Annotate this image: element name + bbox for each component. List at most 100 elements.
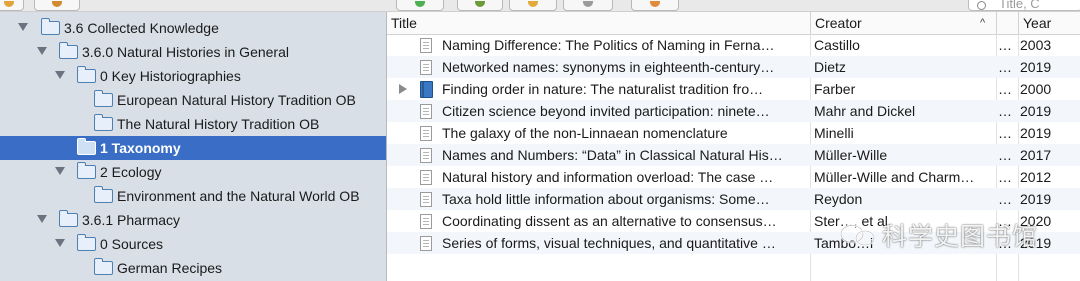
new-item-button[interactable] <box>457 0 503 11</box>
tree-item-label: 3.6.0 Natural Histories in General <box>82 44 289 60</box>
sync-icon <box>415 1 425 7</box>
item-title: Series of forms, visual techniques, and … <box>442 235 776 251</box>
toolbar: Title, C <box>0 0 1080 12</box>
folder-icon <box>77 162 96 179</box>
item-year: 2012 <box>1020 169 1052 185</box>
tree-item-the-natural-history-tradition[interactable]: The Natural History Tradition OB <box>0 112 386 136</box>
item-creator: Minelli <box>814 125 854 141</box>
tree-item-3-6-collected-knowledge[interactable]: 3.6 Collected Knowledge <box>0 16 386 40</box>
disclosure-triangle-icon[interactable] <box>18 23 28 31</box>
tree-item-0-sources[interactable]: 0 Sources <box>0 232 386 256</box>
folder-icon <box>41 18 60 35</box>
document-icon <box>420 236 432 251</box>
locate-button[interactable] <box>631 0 679 11</box>
item-creator: Reydon <box>814 191 863 207</box>
item-creator: Mahr and Dickel <box>814 103 916 119</box>
tree-item-2-ecology[interactable]: 2 Ecology <box>0 160 386 184</box>
disclosure-triangle-icon[interactable] <box>37 47 47 55</box>
item-more: … <box>998 169 1012 185</box>
tree-item-3-6-0-natural-histories[interactable]: 3.6.0 Natural Histories in General <box>0 40 386 64</box>
add-note-button[interactable] <box>509 0 557 11</box>
table-row[interactable]: Finding order in nature: The naturalist … <box>387 78 1080 100</box>
watermark: 科学史图书馆 <box>838 212 1080 252</box>
item-more: … <box>998 125 1012 141</box>
wechat-icon <box>839 224 876 247</box>
tree-item-label: European Natural History Tradition OB <box>117 92 356 108</box>
year-column-header[interactable]: Year <box>1018 12 1080 34</box>
collection-tree: 3.6 Collected Knowledge 3.6.0 Natural Hi… <box>0 12 387 281</box>
item-creator: Dietz <box>814 59 846 75</box>
title-column-header[interactable]: Title <box>387 12 810 34</box>
tree-item-label: 2 Ecology <box>100 164 162 180</box>
disclosure-triangle-icon[interactable] <box>55 239 65 247</box>
item-title: The galaxy of the non-Linnaean nomenclat… <box>442 125 728 141</box>
tree-item-label: 0 Key Historiographies <box>100 68 241 84</box>
item-creator: Müller-Wille <box>814 147 888 163</box>
column-spacer[interactable] <box>996 12 1018 34</box>
folder-icon <box>94 258 113 275</box>
item-title: Taxa hold little information about organ… <box>442 191 770 207</box>
tree-item-0-key-historiographies[interactable]: 0 Key Historiographies <box>0 64 386 88</box>
item-more: … <box>998 191 1012 207</box>
tree-item-label: 3.6 Collected Knowledge <box>64 20 219 36</box>
search-field[interactable]: Title, C <box>968 0 1080 11</box>
tree-item-european-natural-history-tradition[interactable]: European Natural History Tradition OB <box>0 88 386 112</box>
item-creator: Castillo <box>814 37 860 53</box>
creator-column-header[interactable]: Creator <box>810 12 996 34</box>
document-icon <box>420 104 432 119</box>
new-library-button[interactable] <box>34 0 80 11</box>
book-icon <box>420 81 433 98</box>
table-row[interactable]: Naming Difference: The Politics of Namin… <box>387 34 1080 56</box>
table-row[interactable]: Taxa hold little information about organ… <box>387 188 1080 210</box>
tree-item-1-taxonomy[interactable]: 1 Taxonomy <box>0 136 386 160</box>
table-row[interactable]: The galaxy of the non-Linnaean nomenclat… <box>387 122 1080 144</box>
item-title: Citizen science beyond invited participa… <box>442 103 770 119</box>
folder-icon <box>77 234 96 251</box>
item-title: Names and Numbers: “Data” in Classical N… <box>442 147 783 163</box>
folder-icon <box>59 42 78 59</box>
tree-item-label: 0 Sources <box>100 236 164 252</box>
tree-item-environment-and-natural-world[interactable]: Environment and the Natural World OB <box>0 184 386 208</box>
folder-icon <box>59 210 78 227</box>
table-row[interactable]: Citizen science beyond invited participa… <box>387 100 1080 122</box>
item-creator: Farber <box>814 81 856 97</box>
folder-icon <box>94 186 113 203</box>
disclosure-triangle-icon[interactable] <box>55 167 65 175</box>
item-year: 2017 <box>1020 147 1052 163</box>
expand-row-icon[interactable] <box>399 84 407 94</box>
document-icon <box>420 192 432 207</box>
item-title: Naming Difference: The Politics of Namin… <box>442 37 775 53</box>
item-more: … <box>998 81 1012 97</box>
folder-icon <box>94 114 113 131</box>
add-note-icon <box>528 1 538 7</box>
item-year: 2019 <box>1020 59 1052 75</box>
search-icon <box>977 1 986 10</box>
document-icon <box>420 214 432 229</box>
disclosure-triangle-icon[interactable] <box>55 71 65 79</box>
table-row[interactable]: Natural history and information overload… <box>387 166 1080 188</box>
item-creator: Müller-Wille and Charm… <box>814 169 975 185</box>
attach-button[interactable] <box>563 0 613 11</box>
tree-item-3-6-1-pharmacy[interactable]: 3.6.1 Pharmacy <box>0 208 386 232</box>
new-item-icon <box>475 1 485 7</box>
table-row[interactable]: Names and Numbers: “Data” in Classical N… <box>387 144 1080 166</box>
tree-item-german-recipes[interactable]: German Recipes <box>0 256 386 280</box>
item-more: … <box>998 103 1012 119</box>
sync-button[interactable] <box>396 0 444 11</box>
item-more: … <box>998 147 1012 163</box>
item-year: 2000 <box>1020 81 1052 97</box>
table-row[interactable]: Networked names: synonyms in eighteenth-… <box>387 56 1080 78</box>
folder-icon <box>94 90 113 107</box>
column-header: Title Creator ^ Year <box>387 12 1080 35</box>
item-more: … <box>998 37 1012 53</box>
new-collection-icon <box>4 1 14 7</box>
item-year: 2019 <box>1020 191 1052 207</box>
document-icon <box>420 38 432 53</box>
document-icon <box>420 170 432 185</box>
tree-item-label: 1 Taxonomy <box>100 140 181 156</box>
document-icon <box>420 148 432 163</box>
tree-item-label: 3.6.1 Pharmacy <box>82 212 181 228</box>
new-collection-button[interactable] <box>0 0 24 11</box>
item-title: Natural history and information overload… <box>442 169 774 185</box>
disclosure-triangle-icon[interactable] <box>37 215 47 223</box>
